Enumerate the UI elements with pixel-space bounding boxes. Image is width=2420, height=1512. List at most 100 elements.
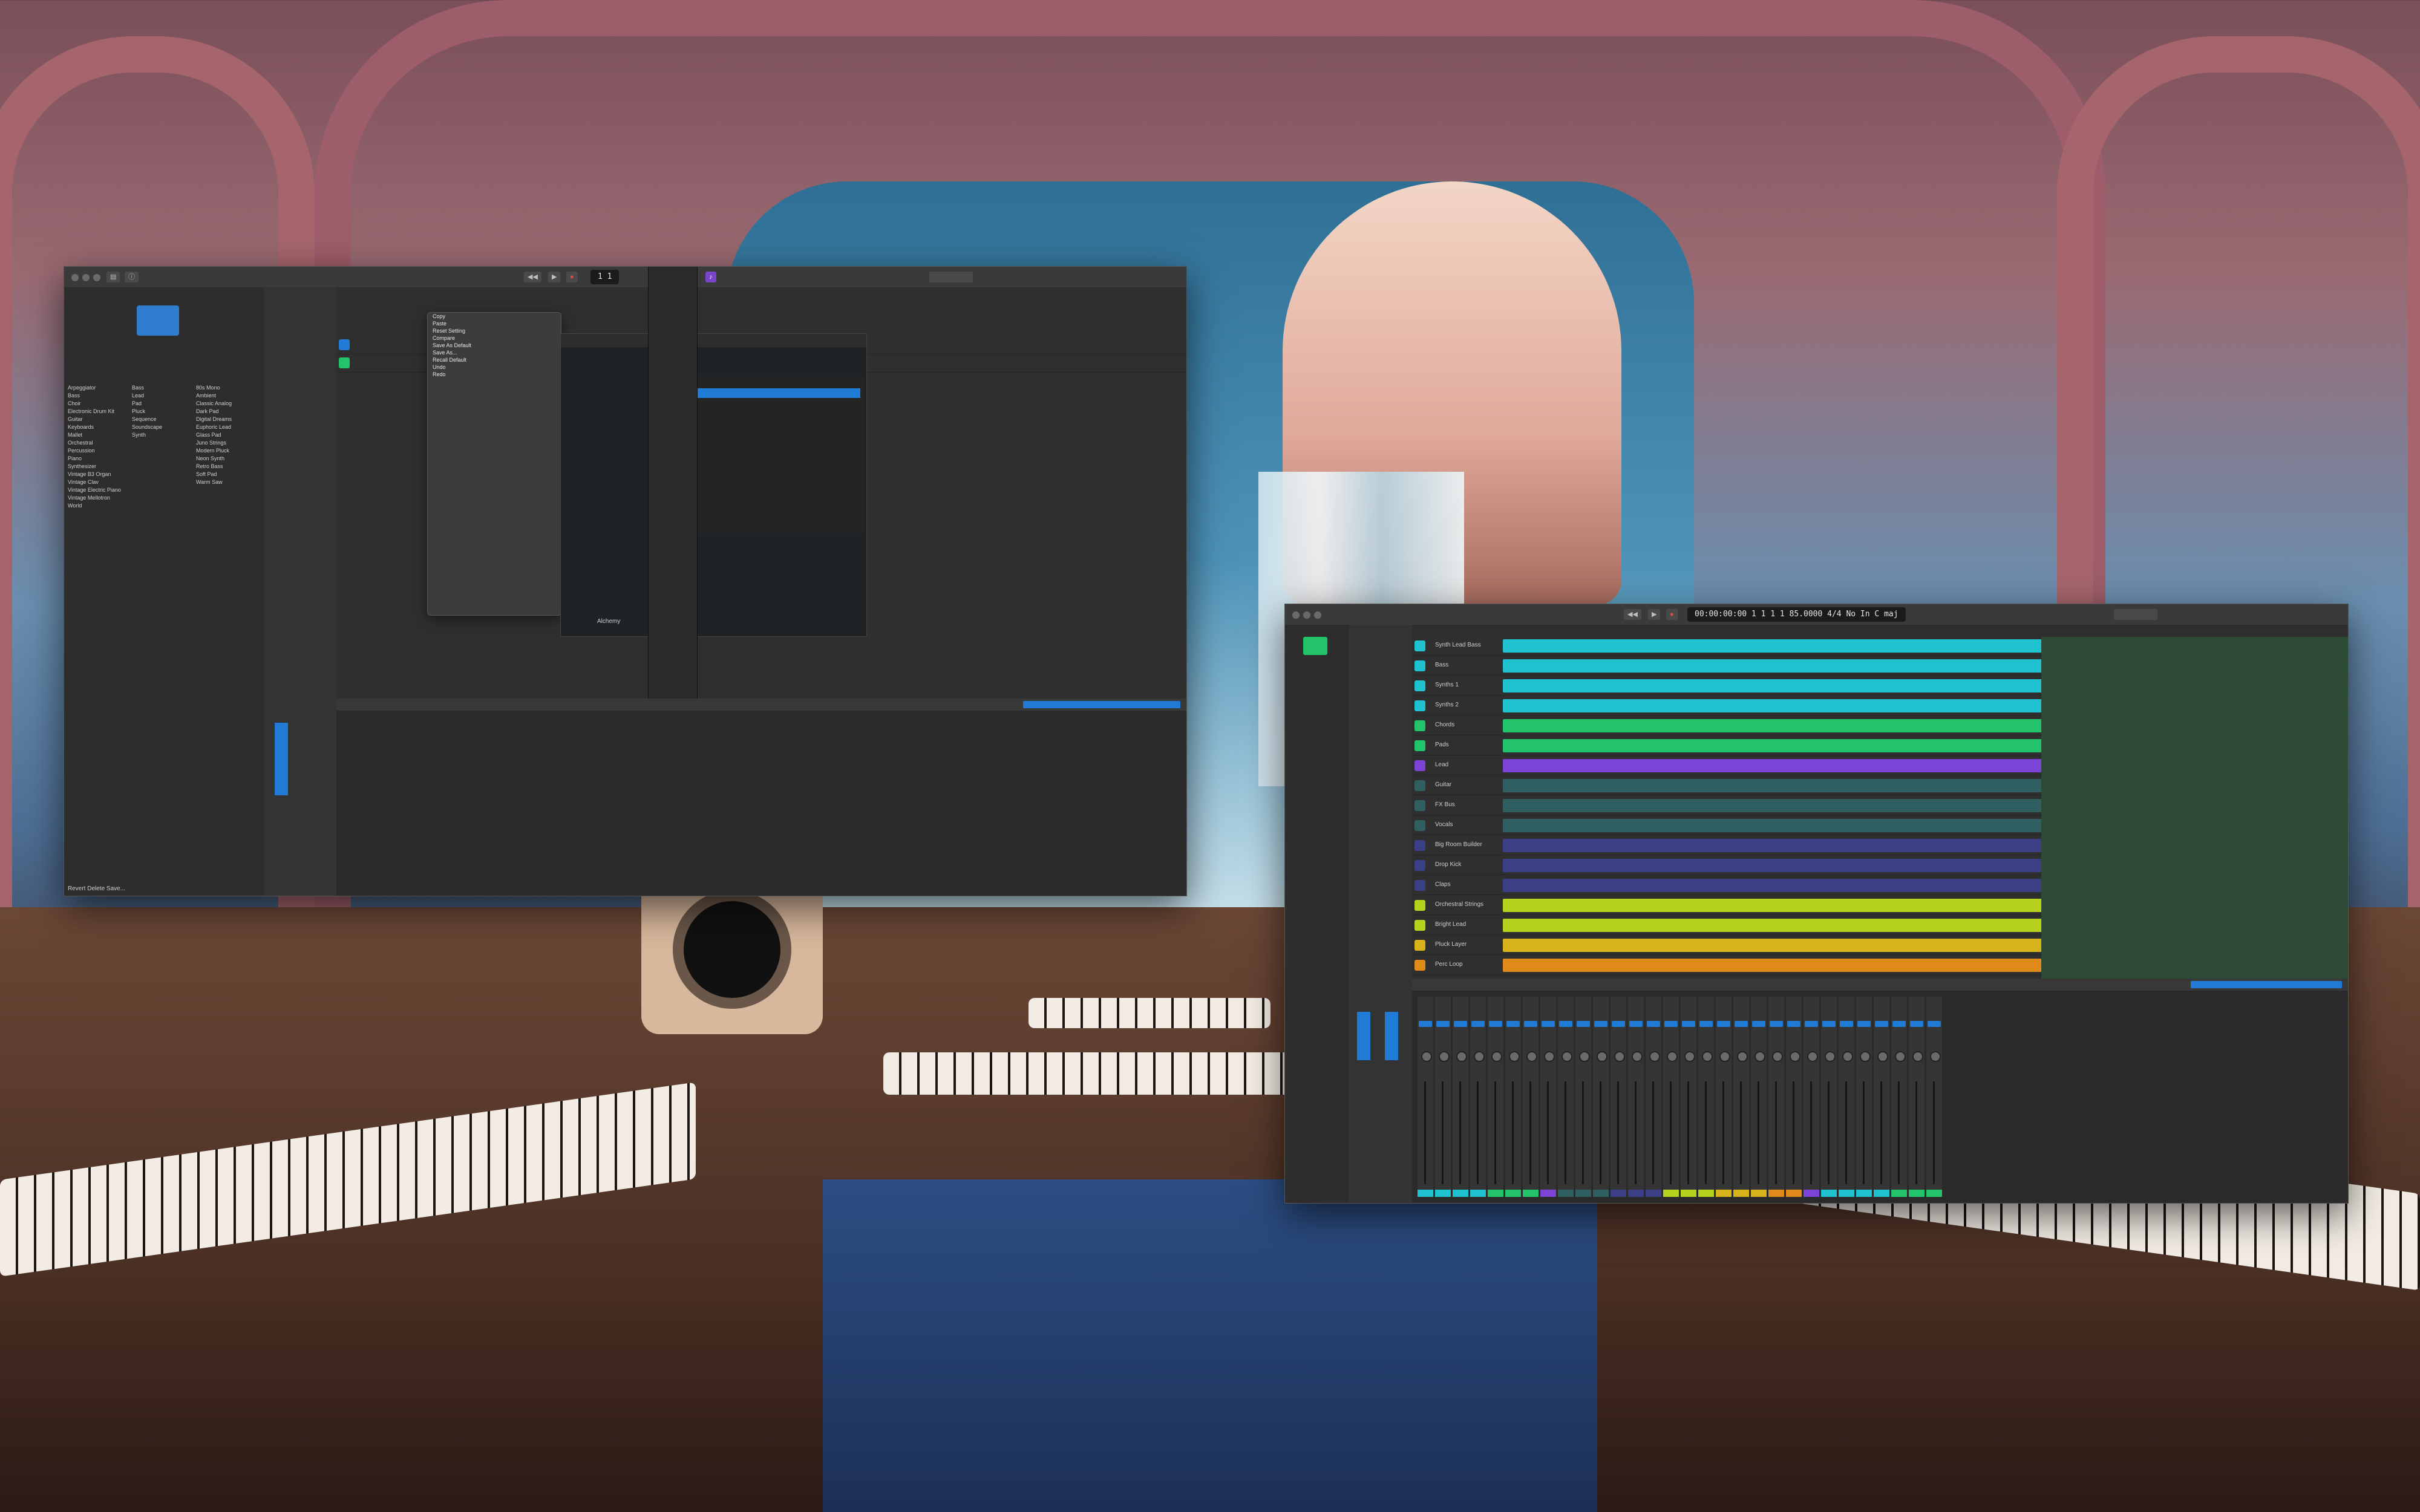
channel-strip[interactable] [1891,997,1907,1197]
plugin-slot[interactable] [1489,1021,1502,1027]
volume-fader[interactable] [1477,1081,1479,1184]
library-item[interactable]: Synth [132,431,162,439]
channel-strip[interactable] [1926,997,1942,1197]
mixer-filter-bar[interactable] [1023,701,1180,708]
logic-window-left[interactable]: ▤ ⓘ ◀◀ ▶ ● 1 1 ♪ Arpeggiator Bass Choir Ele… [64,266,1187,896]
pan-knob[interactable] [1807,1051,1818,1062]
channel-strip[interactable] [1768,997,1784,1197]
pan-knob[interactable] [1597,1051,1607,1062]
channel-strip[interactable] [1733,997,1749,1197]
track-region[interactable] [1503,639,2044,653]
library-item[interactable]: Euphoric Lead [196,423,232,431]
channel-strip[interactable] [1557,997,1574,1197]
volume-fader[interactable] [1582,1081,1584,1184]
menu-item[interactable]: Compare [428,334,561,342]
volume-fader[interactable] [1933,1081,1935,1184]
master-volume-slider[interactable] [929,272,973,282]
lcd-display[interactable]: 1 1 [590,270,620,284]
channel-strip[interactable] [1417,997,1433,1197]
library-item[interactable]: Warm Saw [196,478,232,486]
channel-strip[interactable] [1908,997,1925,1197]
track-name[interactable]: Bright Lead [1435,921,1466,928]
library-column-2[interactable]: Bass Lead Pad Pluck Sequence Soundscape Synth [132,384,162,439]
channel-strip[interactable] [1452,997,1468,1197]
logic-window-right[interactable]: ◀◀ ▶ ● 00:00:00:00 1 1 1 1 85.0000 4/4 N… [1284,604,2349,1204]
track-region[interactable] [1503,819,2044,832]
track-name[interactable]: FX Bus [1435,801,1455,808]
plugin-slot[interactable] [1577,1021,1590,1027]
plugin-slot[interactable] [1805,1021,1818,1027]
library-item[interactable]: Electronic Drum Kit [68,408,121,415]
library-item[interactable]: Pad [132,400,162,408]
volume-fader[interactable] [1810,1081,1812,1184]
pan-knob[interactable] [1439,1051,1450,1062]
track-region[interactable] [1503,919,2044,932]
channel-strip[interactable] [1856,997,1872,1197]
inspector-button[interactable]: ⓘ [125,272,139,282]
library-item[interactable]: Retro Bass [196,463,232,471]
rewind-button[interactable]: ◀◀ [1624,609,1641,620]
volume-fader[interactable] [1687,1081,1689,1184]
library-item[interactable]: Keyboards [68,423,121,431]
pan-knob[interactable] [1544,1051,1555,1062]
track-region[interactable] [1503,899,2044,912]
pan-knob[interactable] [1719,1051,1730,1062]
channel-strip[interactable] [1540,997,1556,1197]
pan-knob[interactable] [1860,1051,1871,1062]
track-region[interactable] [1503,799,2044,812]
channel-strip[interactable] [1592,997,1609,1197]
track-name[interactable]: Perc Loop [1435,961,1463,968]
pan-knob[interactable] [1526,1051,1537,1062]
rewind-button[interactable]: ◀◀ [524,272,541,282]
pan-knob[interactable] [1912,1051,1923,1062]
menu-item[interactable]: Paste [428,320,561,327]
plugin-slot[interactable] [1471,1021,1485,1027]
track-name[interactable]: Pads [1435,741,1449,748]
library-item[interactable]: Arpeggiator [68,384,121,392]
channel-strip[interactable] [1838,997,1854,1197]
master-volume-slider[interactable] [2114,609,2157,620]
volume-fader[interactable] [1565,1081,1566,1184]
lcd-display[interactable]: 00:00:00:00 1 1 1 1 85.0000 4/4 No In C … [1687,607,1906,622]
library-item[interactable]: Vintage Electric Piano [68,486,121,494]
mixer-filter-bar[interactable] [2191,981,2342,988]
track-name[interactable]: Guitar [1435,781,1451,788]
preset-menu[interactable]: Copy Paste Reset Setting Compare Save As Def… [427,312,561,616]
volume-fader[interactable] [1880,1081,1882,1184]
track-name[interactable]: Vocals [1435,821,1453,828]
library-item[interactable]: Vintage B3 Organ [68,471,121,478]
track-region[interactable] [1503,699,2044,712]
record-button[interactable]: ● [1666,609,1678,620]
track-name[interactable]: Chords [1435,722,1454,728]
library-footer[interactable]: Revert Delete Save... [68,885,125,892]
library-item[interactable]: Mallet [68,431,121,439]
volume-fader[interactable] [1845,1081,1847,1184]
plugin-slot[interactable] [1454,1021,1467,1027]
track-region[interactable] [1503,959,2044,972]
window-controls[interactable] [71,273,104,284]
pan-knob[interactable] [1790,1051,1800,1062]
menu-item[interactable]: Save As Default [428,342,561,349]
volume-fader[interactable] [1512,1081,1514,1184]
menu-item[interactable]: Undo [428,363,561,371]
library-item[interactable]: Neon Synth [196,455,232,463]
channel-strip[interactable] [1750,997,1767,1197]
play-button[interactable]: ▶ [548,272,561,282]
track-name[interactable]: Synths 2 [1435,702,1459,708]
library-item[interactable]: Sequence [132,415,162,423]
volume-fader[interactable] [1652,1081,1654,1184]
tracks-area[interactable]: Synth Lead Bass Bass Synths 1 Synths 2 Chord… [1412,625,2348,979]
pan-knob[interactable] [1562,1051,1572,1062]
menu-item[interactable]: Reset Setting [428,327,561,334]
pan-knob[interactable] [1895,1051,1906,1062]
pan-knob[interactable] [1842,1051,1853,1062]
channel-strip[interactable] [1873,997,1889,1197]
menu-item[interactable]: Save As... [428,349,561,356]
volume-fader[interactable] [1705,1081,1707,1184]
plugin-slot[interactable] [1752,1021,1765,1027]
pan-knob[interactable] [1772,1051,1783,1062]
pan-knob[interactable] [1667,1051,1678,1062]
track-name[interactable]: Orchestral Strings [1435,901,1483,908]
library-item[interactable]: Lead [132,392,162,400]
pan-knob[interactable] [1754,1051,1765,1062]
